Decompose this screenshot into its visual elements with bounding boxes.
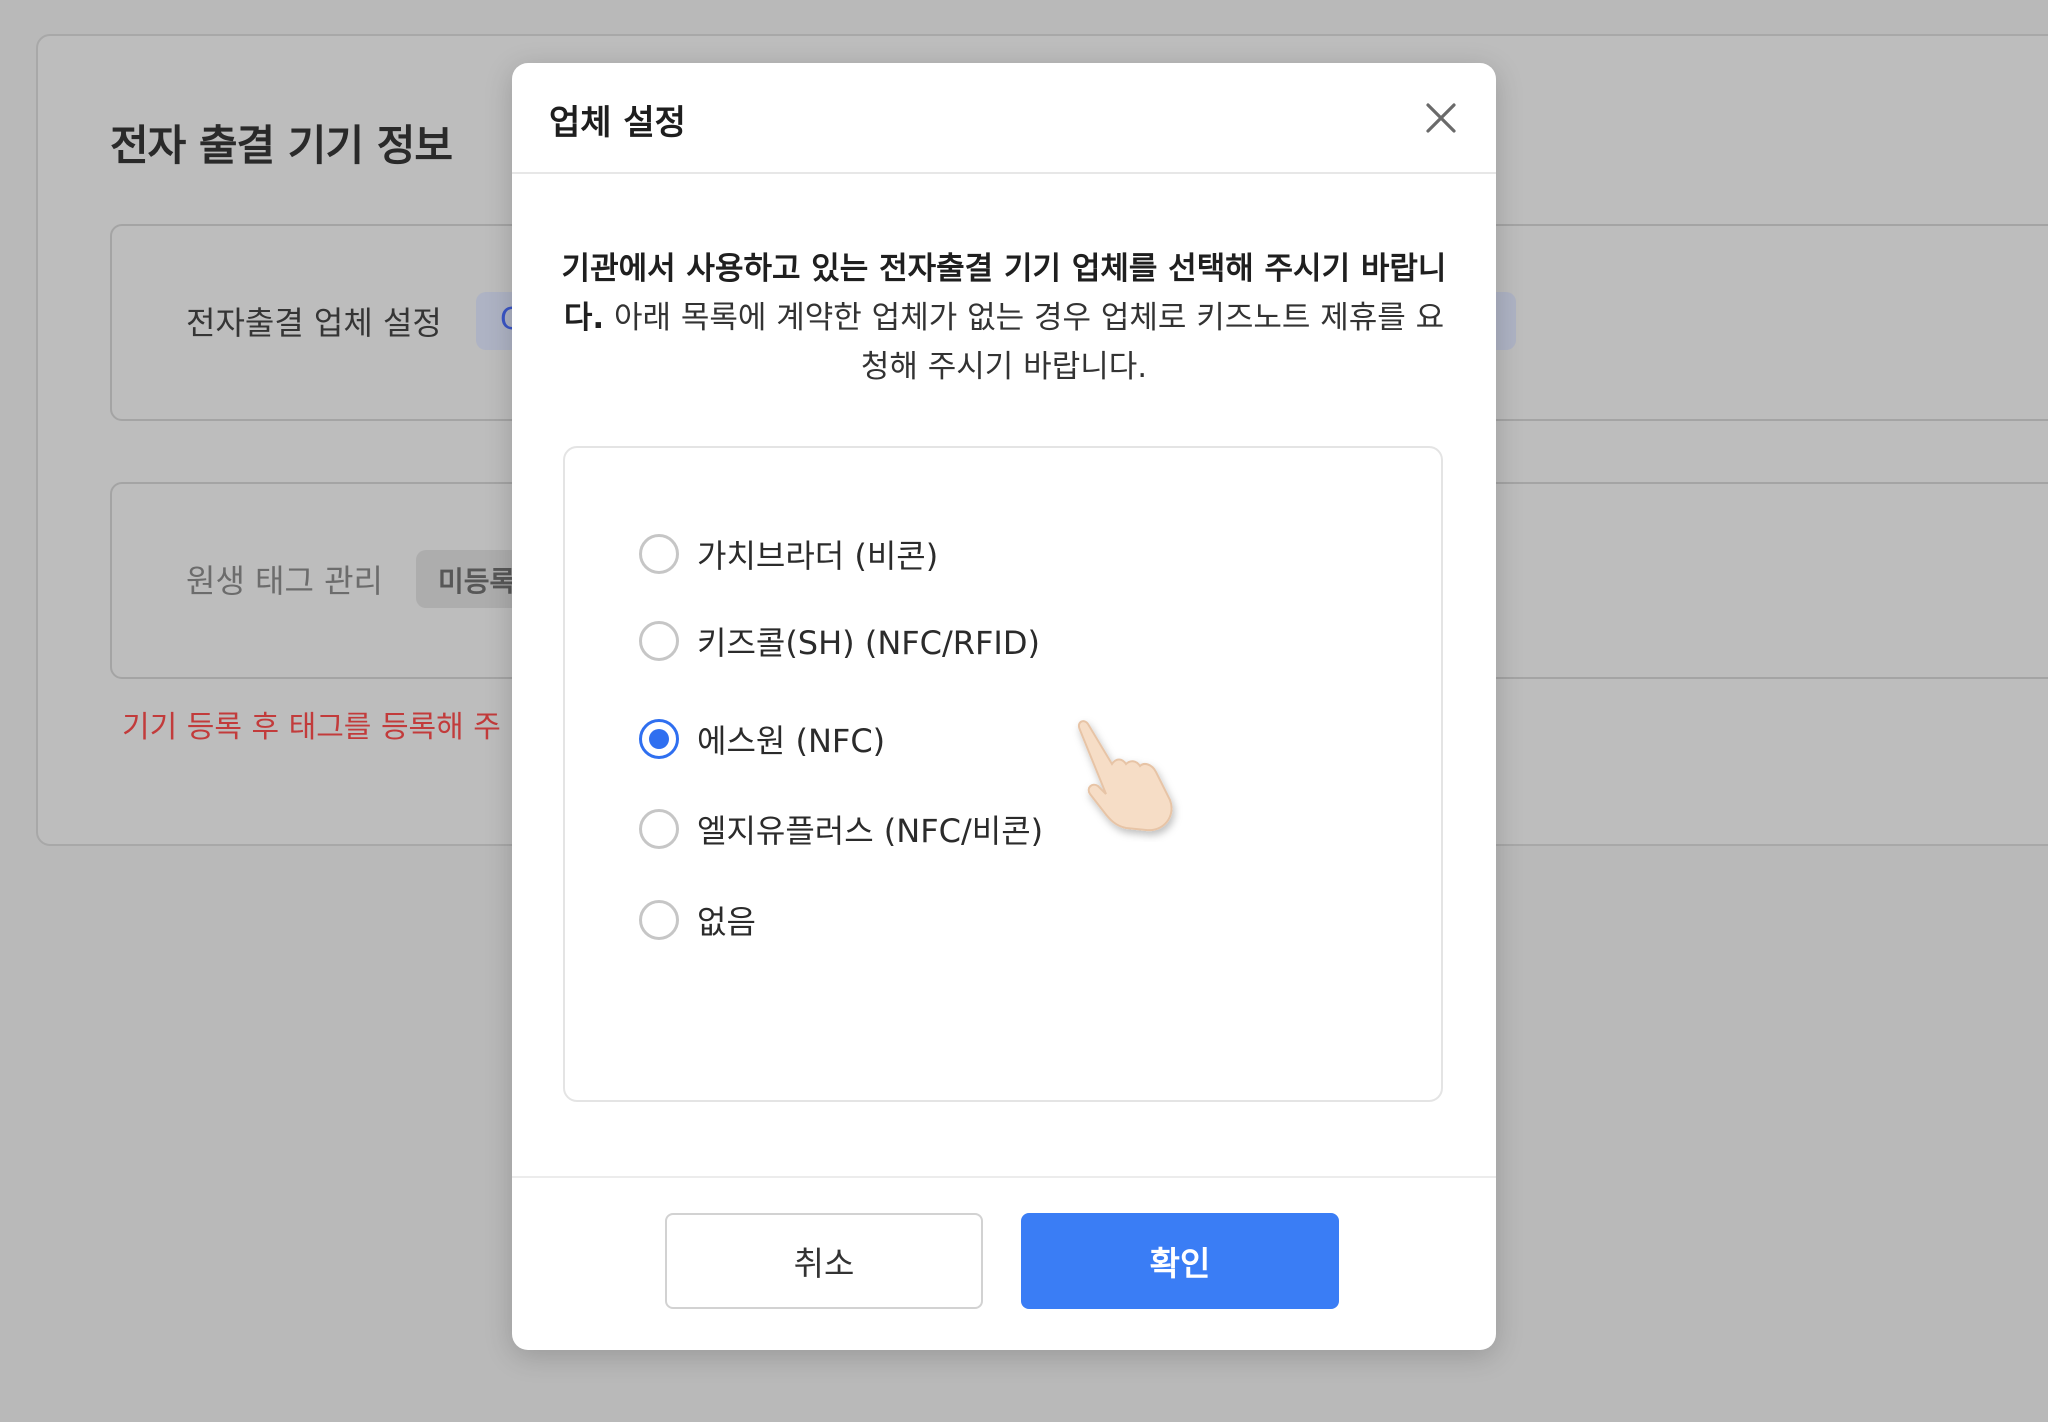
modal-description: 기관에서 사용하고 있는 전자출결 기기 업체를 선택해 주시기 바랍니다. 아… — [552, 245, 1456, 392]
vendor-option[interactable]: 가치브라더 (비콘) — [639, 529, 938, 579]
vendor-option-label: 키즈콜(SH) (NFC/RFID) — [697, 624, 1040, 662]
cancel-button[interactable]: 취소 — [665, 1213, 983, 1309]
vendor-option-label: 에스원 (NFC) — [697, 722, 886, 760]
vendor-option-list: 가치브라더 (비콘) 키즈콜(SH) (NFC/RFID) 에스원 (NFC) … — [563, 446, 1443, 1102]
description-rest: 아래 목록에 계약한 업체가 없는 경우 업체로 키즈노트 제휴를 요청해 주시… — [604, 300, 1445, 385]
vendor-option-selected[interactable]: 에스원 (NFC) — [639, 714, 885, 764]
register-warning: 기기 등록 후 태그를 등록해 주 — [122, 710, 501, 745]
confirm-button[interactable]: 확인 — [1021, 1213, 1339, 1309]
radio-button-checked[interactable] — [639, 719, 679, 759]
radio-button[interactable] — [639, 809, 679, 849]
vendor-option-label: 엘지유플러스 (NFC/비콘) — [697, 812, 1044, 850]
vendor-option[interactable]: 키즈콜(SH) (NFC/RFID) — [639, 616, 1040, 666]
vendor-option[interactable]: 엘지유플러스 (NFC/비콘) — [639, 804, 1043, 854]
radio-button[interactable] — [639, 900, 679, 940]
modal-header: 업체 설정 — [512, 63, 1496, 174]
vendor-setting-label: 전자출결 업체 설정 — [186, 304, 442, 342]
vendor-setting-modal: 업체 설정 기관에서 사용하고 있는 전자출결 기기 업체를 선택해 주시기 바… — [512, 63, 1496, 1350]
modal-footer-divider — [512, 1176, 1496, 1178]
tag-status-chip: 미등록 — [416, 550, 526, 608]
section-title: 전자 출결 기기 정보 — [110, 121, 453, 170]
tag-status-label: 미등록 — [438, 565, 516, 598]
radio-button[interactable] — [639, 621, 679, 661]
vendor-option[interactable]: 없음 — [639, 895, 756, 945]
close-icon[interactable] — [1416, 93, 1466, 143]
vendor-option-label: 없음 — [697, 903, 756, 941]
radio-button[interactable] — [639, 534, 679, 574]
vendor-option-label: 가치브라더 (비콘) — [697, 537, 939, 575]
modal-title: 업체 설정 — [549, 103, 686, 143]
tag-management-label: 원생 태그 관리 — [186, 562, 383, 600]
